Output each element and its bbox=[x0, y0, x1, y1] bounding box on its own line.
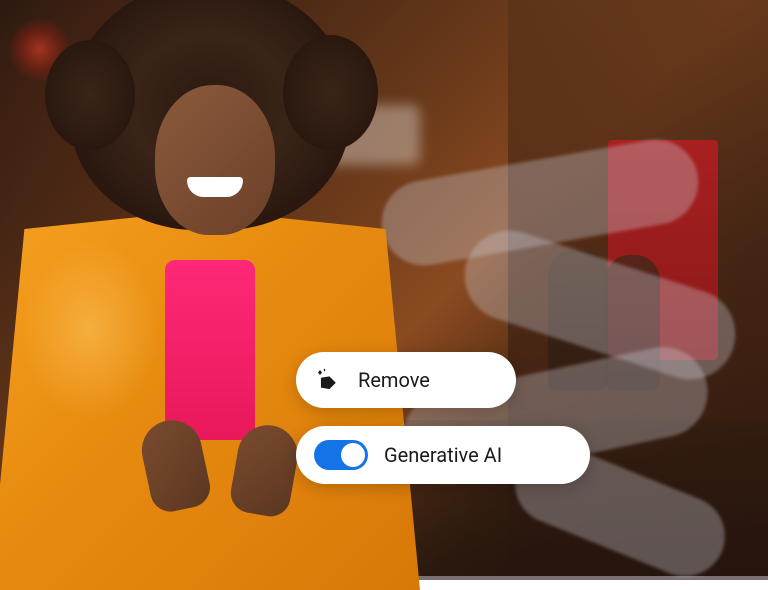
foreground-subject bbox=[0, 0, 420, 590]
brush-selection-overlay bbox=[380, 130, 750, 550]
tool-controls-panel: Remove Generative AI bbox=[296, 352, 590, 484]
toggle-knob bbox=[341, 443, 365, 467]
remove-button[interactable]: Remove bbox=[296, 352, 516, 408]
eraser-sparkle-icon bbox=[314, 366, 342, 394]
generative-ai-label: Generative AI bbox=[384, 443, 502, 467]
remove-label: Remove bbox=[358, 368, 430, 392]
generative-ai-toggle[interactable] bbox=[314, 440, 368, 470]
generative-ai-toggle-row[interactable]: Generative AI bbox=[296, 426, 590, 484]
